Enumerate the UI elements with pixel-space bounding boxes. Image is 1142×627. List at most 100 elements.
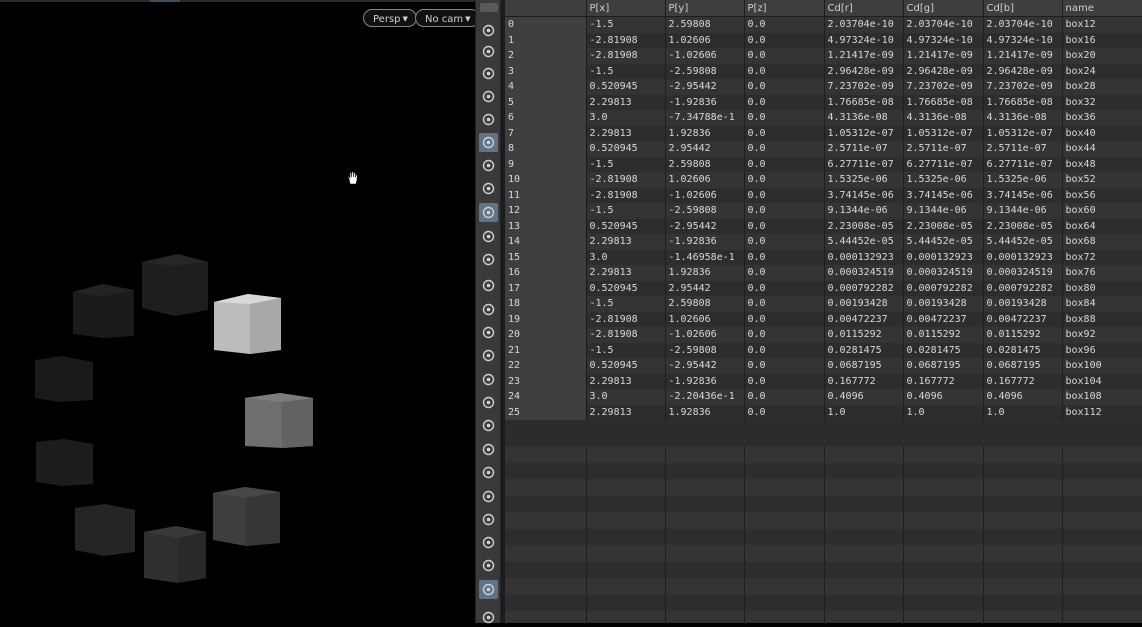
table-cell: 0.00472237 [903, 311, 984, 327]
table-cell: 0.000324519 [903, 265, 984, 281]
table-cell: 1.05312e-07 [903, 125, 984, 141]
table-row[interactable]: 23 2.29813 -1.92836 0.0 0.167772 0.167772 0.16… [505, 373, 1142, 389]
table-row[interactable]: 4 0.520945 -2.95442 0.0 7.23702e-09 7.23702e-… [505, 79, 1142, 95]
toolbar-collapse-arrow-icon[interactable] [480, 3, 498, 12]
column-header[interactable]: P[z] [744, 0, 825, 17]
table-row[interactable]: 16 2.29813 1.92836 0.0 0.000324519 0.00032451… [505, 265, 1142, 281]
table-cell: box32 [1062, 94, 1142, 110]
table-row[interactable]: 7 2.29813 1.92836 0.0 1.05312e-07 1.05312e-07… [505, 125, 1142, 141]
table-cell: 1.5325e-06 [983, 172, 1063, 188]
table-row[interactable]: 0 -1.5 2.59808 0.0 2.03704e-10 2.03704e-10 2.0… [505, 16, 1142, 33]
table-cell: 2.59808 [665, 296, 745, 312]
table-row[interactable]: 10 -2.81908 1.02606 0.0 1.5325e-06 1.5325e-06… [505, 172, 1142, 188]
table-row[interactable]: 17 0.520945 2.95442 0.0 0.000792282 0.0007922… [505, 280, 1142, 296]
table-row[interactable]: 12 -1.5 -2.59808 0.0 9.1344e-06 9.1344e-06 9.1… [505, 203, 1142, 219]
table-row[interactable]: 21 -1.5 -2.59808 0.0 0.0281475 0.0281475 0.028… [505, 342, 1142, 358]
table-row[interactable]: 22 0.520945 -2.95442 0.0 0.0687195 0.0687195 0… [505, 358, 1142, 374]
axis-icon[interactable] [479, 533, 498, 552]
primitive-numbers-icon[interactable] [479, 393, 498, 412]
column-header[interactable]: P[x] [586, 0, 666, 17]
table-cell: -2.59808 [665, 203, 745, 219]
3d-viewport[interactable]: Persp ▼ No cam ▼ [0, 0, 475, 623]
column-header-index[interactable] [505, 0, 587, 17]
table-row[interactable]: 13 0.520945 -2.95442 0.0 2.23008e-05 2.23008e… [505, 218, 1142, 234]
cube-box [35, 356, 93, 402]
row-index-cell: 8 [505, 141, 587, 157]
headlight-icon[interactable] [479, 156, 498, 175]
shading-icon[interactable] [479, 440, 498, 459]
table-cell: 0.0 [744, 373, 825, 389]
table-row[interactable]: 1 -2.81908 1.02606 0.0 4.97324e-10 4.97324e-1… [505, 32, 1142, 48]
table-cell: 0.0 [744, 32, 825, 48]
background-image-icon[interactable] [479, 580, 498, 599]
table-row[interactable]: 20 -2.81908 -1.02606 0.0 0.0115292 0.0115292 0… [505, 327, 1142, 343]
table-row[interactable]: 11 -2.81908 -1.02606 0.0 3.74145e-06 3.74145e… [505, 187, 1142, 203]
orbit-icon[interactable] [479, 110, 498, 129]
point-numbers-icon[interactable] [479, 346, 498, 365]
table-cell: 0.0687195 [983, 358, 1063, 374]
cube-box [144, 526, 206, 583]
ghost-toggle-icon[interactable] [479, 87, 498, 106]
point-icon[interactable] [479, 276, 498, 295]
normal-icon[interactable] [479, 300, 498, 319]
column-header[interactable]: P[y] [665, 0, 745, 17]
table-row[interactable]: 2 -2.81908 -1.02606 0.0 1.21417e-09 1.21417e-… [505, 48, 1142, 64]
column-header[interactable]: Cd[g] [903, 0, 984, 17]
table-cell: 1.76685e-08 [903, 94, 984, 110]
table-cell: box96 [1062, 342, 1142, 358]
row-index-cell: 13 [505, 218, 587, 234]
table-cell: 2.5711e-07 [824, 141, 904, 157]
snapshot-icon[interactable] [479, 556, 498, 575]
table-cell: 0.0 [744, 280, 825, 296]
table-row[interactable]: 9 -1.5 2.59808 0.0 6.27711e-07 6.27711e-07 6.2… [505, 156, 1142, 172]
table-cell: 1.5325e-06 [824, 172, 904, 188]
table-cell: 3.74145e-06 [824, 187, 904, 203]
camera-view-icon[interactable] [479, 21, 498, 40]
table-row[interactable]: 24 3.0 -2.20436e-1 0.0 0.4096 0.4096 0.4096 box… [505, 389, 1142, 405]
row-index-cell: 9 [505, 156, 587, 172]
row-index-cell: 3 [505, 63, 587, 79]
row-index-cell: 1 [505, 32, 587, 48]
table-cell: 0.000324519 [983, 265, 1063, 281]
table-row[interactable]: 8 0.520945 2.95442 0.0 2.5711e-07 2.5711e-07 2… [505, 141, 1142, 157]
pen-icon[interactable] [479, 323, 498, 342]
table-cell: 4.3136e-08 [824, 110, 904, 126]
checker-icon[interactable] [479, 463, 498, 482]
column-header[interactable]: Cd[r] [824, 0, 904, 17]
table-row[interactable]: 19 -2.81908 1.02606 0.0 0.00472237 0.00472237… [505, 311, 1142, 327]
texture-icon[interactable] [479, 510, 498, 529]
table-row[interactable]: 25 2.29813 1.92836 0.0 1.0 1.0 1.0 box112 [505, 404, 1142, 420]
hand-cursor-icon [347, 171, 358, 185]
table-row[interactable]: 5 2.29813 -1.92836 0.0 1.76685e-08 1.76685e-0… [505, 94, 1142, 110]
table-cell: box68 [1062, 234, 1142, 250]
point-light-icon[interactable] [479, 179, 498, 198]
table-cell: -2.59808 [665, 63, 745, 79]
table-cell: 4.97324e-10 [903, 32, 984, 48]
row-index-cell: 24 [505, 389, 587, 405]
row-index-cell: 14 [505, 234, 587, 250]
table-cell: -1.02606 [665, 48, 745, 64]
fill-icon[interactable] [479, 370, 498, 389]
table-cell: box108 [1062, 389, 1142, 405]
table-row[interactable]: 14 2.29813 -1.92836 0.0 5.44452e-05 5.44452e-… [505, 234, 1142, 250]
table-row[interactable]: 6 3.0 -7.34788e-1 0.0 4.3136e-08 4.3136e-08 4.… [505, 110, 1142, 126]
diamond-icon[interactable] [479, 487, 498, 506]
settings-icon[interactable] [479, 608, 498, 627]
column-header[interactable]: name [1062, 0, 1142, 17]
shaded-sphere-icon[interactable] [479, 203, 498, 222]
table-row[interactable]: 15 3.0 -1.46958e-1 0.0 0.000132923 0.00013292… [505, 249, 1142, 265]
geometry-display-icon[interactable] [479, 42, 498, 61]
table-cell: 3.0 [586, 249, 666, 265]
render-view-icon[interactable] [479, 250, 498, 269]
visibility-icon[interactable] [479, 227, 498, 246]
column-header[interactable]: Cd[b] [983, 0, 1063, 17]
table-row[interactable]: 18 -1.5 2.59808 0.0 0.00193428 0.00193428 0.00… [505, 296, 1142, 312]
table-row[interactable]: 3 -1.5 -2.59808 0.0 2.96428e-09 2.96428e-09 2.… [505, 63, 1142, 79]
lock-icon[interactable] [479, 64, 498, 83]
cube-box [36, 439, 93, 486]
table-cell: 0.000792282 [824, 280, 904, 296]
row-index-cell: 20 [505, 327, 587, 343]
curve-icon[interactable] [479, 416, 498, 435]
table-cell: -1.5 [586, 63, 666, 79]
light-bulb-icon[interactable] [479, 133, 498, 152]
